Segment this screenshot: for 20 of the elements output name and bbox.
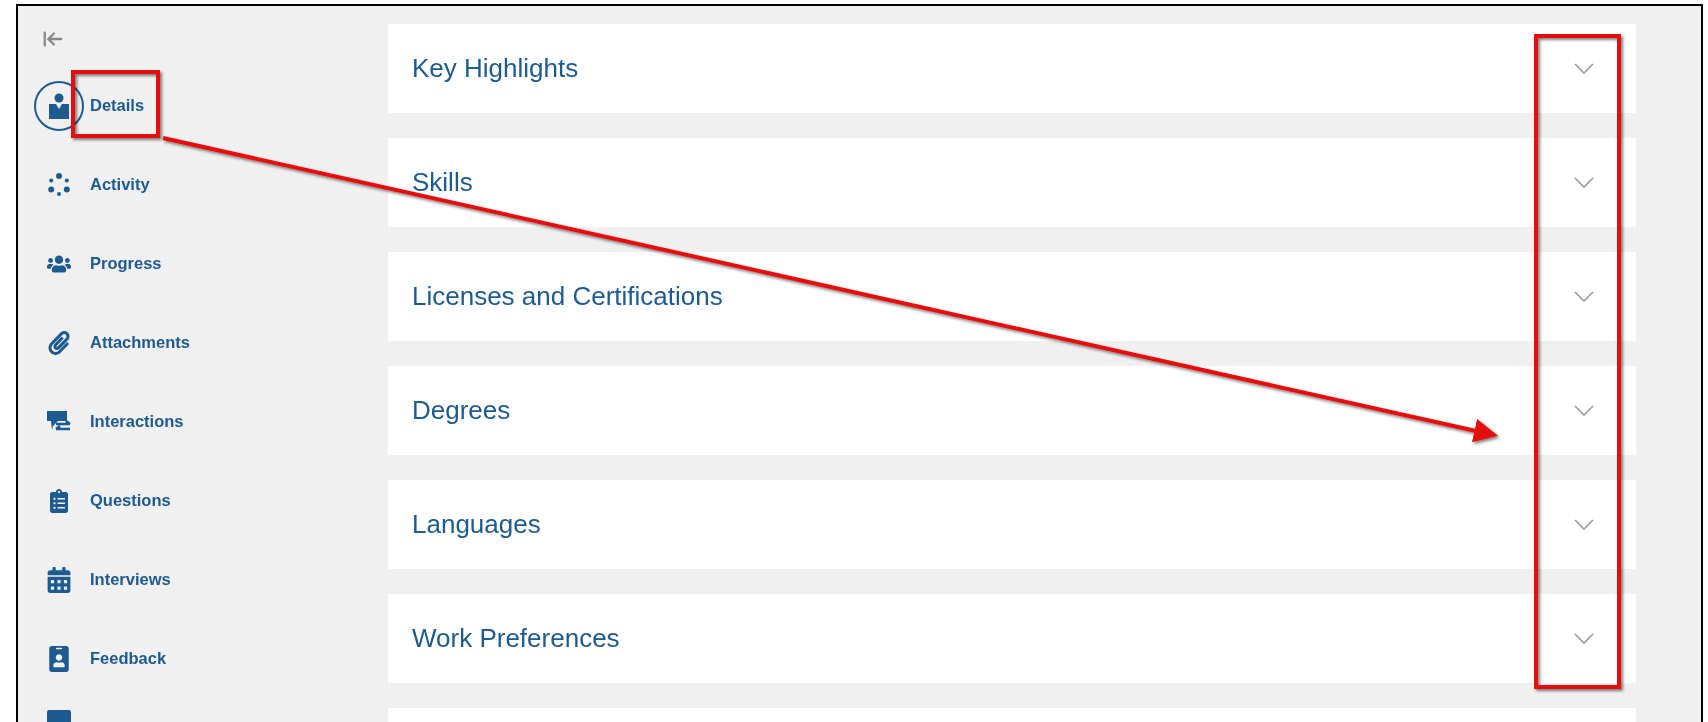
section-panel[interactable]: Work Preferences bbox=[388, 594, 1636, 683]
section-title: Key Highlights bbox=[412, 53, 579, 84]
sidebar-item[interactable]: Interactions bbox=[90, 412, 184, 431]
section-panel[interactable]: Languages bbox=[388, 480, 1636, 569]
section-panel[interactable]: Degrees bbox=[388, 366, 1636, 455]
section-title: Skills bbox=[412, 167, 473, 198]
sidebar-item[interactable]: Questions bbox=[90, 491, 171, 510]
sidebar-item[interactable]: Details bbox=[90, 96, 145, 115]
sidebar-item[interactable]: Activity bbox=[90, 175, 150, 194]
section-title: Licenses and Certifications bbox=[412, 281, 723, 312]
sidebar-item[interactable]: Progress bbox=[90, 254, 162, 273]
sidebar-item[interactable]: Feedback bbox=[90, 649, 167, 668]
section-panel[interactable]: Licenses and Certifications bbox=[388, 252, 1636, 341]
sidebar-item[interactable]: Interviews bbox=[90, 570, 171, 589]
section-title: Degrees bbox=[412, 395, 511, 426]
section-title: Work Preferences bbox=[412, 623, 620, 654]
sidebar-item[interactable]: Attachments bbox=[90, 333, 190, 352]
section-panel[interactable]: Skills bbox=[388, 138, 1636, 227]
section-panel[interactable]: Key Highlights bbox=[388, 24, 1636, 113]
section-title: Languages bbox=[412, 509, 541, 540]
